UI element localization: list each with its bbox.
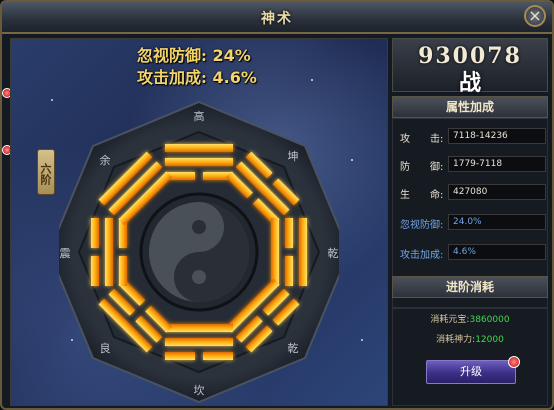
attribute-row: 攻击加成: 4.6% [400, 244, 546, 262]
trigram-name: 乾 [328, 247, 339, 260]
attribute-value: 7118-14236 [448, 128, 546, 144]
combat-power-box: 930078 战 [392, 38, 548, 96]
attribute-row: 生 命: 427080 [400, 184, 546, 202]
cost-header: 进阶消耗 [392, 276, 548, 298]
close-icon[interactable]: × [524, 5, 546, 27]
trigram-name: 余 [100, 153, 111, 167]
attribute-name: 忽视防御: [400, 220, 444, 231]
star-decoration [351, 159, 353, 161]
bonus-summary: 忽视防御: 24% 攻击加成: 4.6% [137, 45, 257, 89]
trigram-name: 乾 [288, 342, 299, 355]
attribute-name: 攻击加成: [400, 250, 444, 261]
attribute-name: 防 御: [400, 162, 444, 173]
bagua-panel: 忽视防御: 24% 攻击加成: 4.6% 六阶 高 坤 乾 乾 坎 良 震 余 [10, 38, 388, 406]
stats-panel: 930078 战 属性加成 攻 击: 7118-14236 防 御: 1779-… [392, 38, 548, 406]
trigram-name: 震 [60, 247, 71, 260]
cost-yuanbao-label: 消耗元宝: [430, 315, 470, 325]
attack-bonus-value: 4.6% [212, 68, 257, 87]
tier-badge[interactable]: 六阶 [37, 149, 55, 195]
attribute-row: 攻 击: 7118-14236 [400, 128, 546, 146]
notification-dot-icon [508, 356, 520, 368]
trigram-name: 高 [194, 109, 205, 123]
attribute-value: 24.0% [448, 214, 546, 230]
attack-bonus-line: 攻击加成: 4.6% [137, 67, 257, 89]
combat-power-label: 战 [458, 71, 481, 96]
attribute-name: 攻 击: [400, 134, 444, 145]
trigram-name: 良 [100, 341, 111, 355]
cost-shenli-label: 消耗神力: [436, 335, 476, 345]
star-decoration [51, 99, 53, 101]
attribute-row: 防 御: 1779-7118 [400, 156, 546, 174]
attack-bonus-label: 攻击加成: [137, 68, 207, 87]
star-decoration [361, 339, 363, 341]
star-decoration [311, 79, 313, 81]
attribute-value: 4.6% [448, 244, 546, 260]
cost-yuanbao-row: 消耗元宝:3860000 [392, 312, 548, 325]
upgrade-button[interactable]: 升级 [426, 360, 516, 384]
attributes-header: 属性加成 [392, 96, 548, 118]
cost-shenli-row: 消耗神力:12000 [392, 332, 548, 345]
attribute-value: 1779-7118 [448, 156, 546, 172]
trigram-name: 坎 [194, 384, 205, 397]
attribute-row: 忽视防御: 24.0% [400, 214, 546, 232]
cost-yuanbao-value: 3860000 [469, 315, 510, 325]
attribute-name: 生 命: [400, 190, 444, 201]
ignore-defense-line: 忽视防御: 24% [137, 45, 257, 67]
yin-yang-icon [139, 192, 259, 312]
title-bar: 神术 × [2, 2, 552, 34]
attribute-value: 427080 [448, 184, 546, 200]
trigram-name: 坤 [288, 149, 299, 163]
ignore-defense-label: 忽视防御: [137, 46, 207, 65]
ignore-defense-value: 24% [212, 46, 251, 65]
cost-shenli-value: 12000 [475, 335, 504, 345]
window-title: 神术 [261, 11, 293, 27]
bagua-diagram: 高 坤 乾 乾 坎 良 震 余 [59, 100, 339, 404]
shenshu-window: 神术 × 忽视防御: 24% 攻击加成: 4.6% 六阶 高 坤 乾 乾 坎 良… [0, 0, 554, 410]
